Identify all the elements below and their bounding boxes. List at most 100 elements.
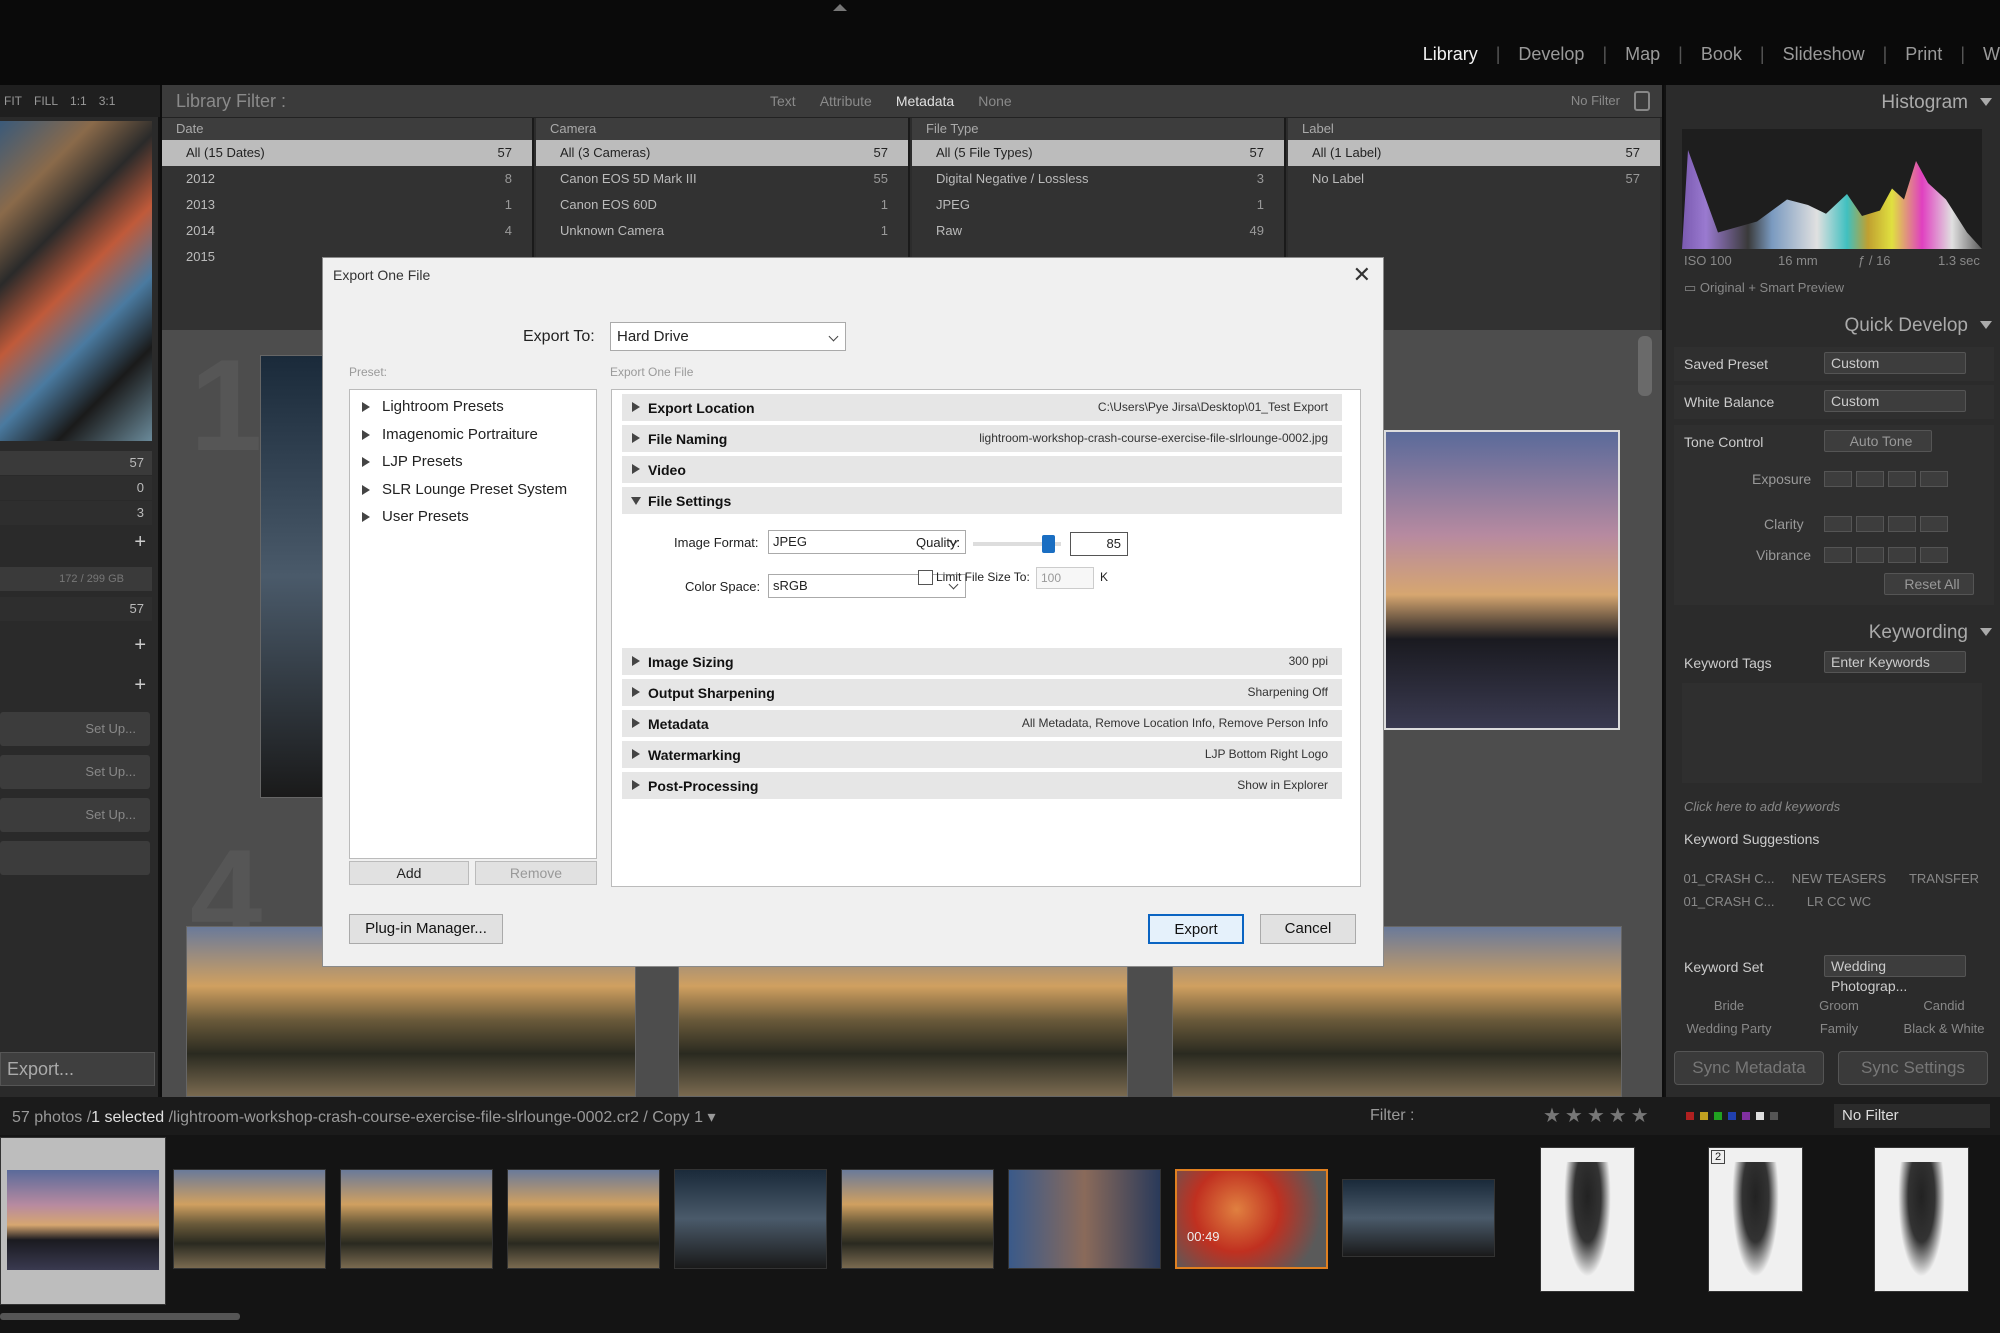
keyword-tags-select[interactable]: Enter Keywords: [1824, 651, 1966, 673]
filter-row[interactable]: JPEG 1: [912, 192, 1284, 218]
set-keyword[interactable]: Family: [1784, 1021, 1894, 1036]
filmstrip-thumbnail[interactable]: [1540, 1147, 1635, 1292]
filmstrip-thumbnail[interactable]: 2: [1708, 1147, 1803, 1292]
filter-row[interactable]: Canon EOS 5D Mark III 55: [536, 166, 908, 192]
filter-row[interactable]: No Label 57: [1288, 166, 1660, 192]
navigator-preview[interactable]: [0, 121, 152, 441]
filmstrip-thumbnail[interactable]: [507, 1169, 660, 1269]
cancel-button[interactable]: Cancel: [1260, 914, 1356, 944]
filter-tab-metadata[interactable]: Metadata: [884, 93, 966, 109]
filter-row[interactable]: Canon EOS 60D 1: [536, 192, 908, 218]
filter-row[interactable]: 2013 1: [162, 192, 532, 218]
filter-row[interactable]: 2014 4: [162, 218, 532, 244]
filter-tab-text[interactable]: Text: [758, 93, 808, 109]
grid-scrollbar[interactable]: [1638, 336, 1652, 396]
export-button[interactable]: Export...: [0, 1052, 155, 1086]
disk-usage[interactable]: 172 / 299 GB: [0, 567, 152, 591]
filmstrip-cell-selected[interactable]: [0, 1137, 166, 1305]
publish-setup-button[interactable]: Set Up...: [0, 798, 150, 832]
reset-all-button[interactable]: Reset All: [1884, 573, 1974, 595]
column-header[interactable]: File Type: [912, 118, 1284, 140]
module-print[interactable]: Print: [1887, 44, 1960, 65]
column-header[interactable]: Camera: [536, 118, 908, 140]
set-keyword[interactable]: Wedding Party: [1674, 1021, 1784, 1036]
filmstrip-thumbnail[interactable]: [1008, 1169, 1161, 1269]
filmstrip-thumbnail[interactable]: [173, 1169, 326, 1269]
filter-row[interactable]: All (15 Dates) 57: [162, 140, 532, 166]
module-develop[interactable]: Develop: [1500, 44, 1602, 65]
remove-preset-button[interactable]: Remove: [475, 861, 597, 885]
keyword-entry-area[interactable]: [1682, 683, 1982, 783]
quick-develop-header[interactable]: Quick Develop: [1666, 308, 2000, 344]
plugin-manager-button[interactable]: Plug-in Manager...: [349, 914, 503, 944]
preset-folder[interactable]: Imagenomic Portraiture: [350, 422, 596, 450]
keyword-suggestions-header[interactable]: Keyword Suggestions: [1674, 825, 1994, 855]
section-video[interactable]: Video: [622, 456, 1342, 483]
set-keyword[interactable]: Groom: [1784, 998, 1894, 1013]
section-file-settings[interactable]: File Settings: [622, 487, 1342, 514]
quality-slider[interactable]: [973, 535, 1061, 553]
suggestion-item[interactable]: 01_CRASH C...: [1674, 871, 1784, 886]
lock-icon[interactable]: [1634, 91, 1650, 111]
publish-setup-button[interactable]: Set Up...: [0, 712, 150, 746]
set-keyword[interactable]: Black & White: [1894, 1021, 1994, 1036]
module-web[interactable]: W: [1965, 44, 2000, 65]
add-preset-button[interactable]: Add: [349, 861, 469, 885]
section-watermarking[interactable]: Watermarking LJP Bottom Right Logo: [622, 741, 1342, 768]
filmstrip-thumbnail[interactable]: [1874, 1147, 1969, 1292]
filmstrip-thumbnail[interactable]: [841, 1169, 994, 1269]
section-metadata[interactable]: Metadata All Metadata, Remove Location In…: [622, 710, 1342, 737]
column-header[interactable]: Date: [162, 118, 532, 140]
auto-tone-button[interactable]: Auto Tone: [1824, 430, 1932, 452]
nav-fill[interactable]: FILL: [34, 94, 58, 108]
sync-metadata-button[interactable]: Sync Metadata: [1674, 1051, 1824, 1085]
set-keyword[interactable]: Bride: [1674, 998, 1784, 1013]
limit-file-size-checkbox[interactable]: [918, 570, 933, 585]
histogram-header[interactable]: Histogram: [1666, 85, 2000, 121]
preset-folder[interactable]: User Presets: [350, 504, 596, 532]
export-confirm-button[interactable]: Export: [1148, 914, 1244, 944]
filter-row[interactable]: All (3 Cameras) 57: [536, 140, 908, 166]
sync-settings-button[interactable]: Sync Settings: [1838, 1051, 1988, 1085]
exposure-buttons[interactable]: [1824, 471, 1948, 487]
vibrance-buttons[interactable]: [1824, 547, 1948, 563]
module-slideshow[interactable]: Slideshow: [1765, 44, 1883, 65]
filmstrip-source-info[interactable]: 57 photos /1 selected /lightroom-worksho…: [12, 1107, 715, 1127]
quality-slider-knob[interactable]: [1041, 535, 1055, 553]
filmstrip-video-thumbnail[interactable]: 00:49: [1175, 1169, 1328, 1269]
module-library[interactable]: Library: [1405, 44, 1496, 65]
section-image-sizing[interactable]: Image Sizing 300 ppi: [622, 648, 1342, 675]
folder-count[interactable]: 57: [0, 597, 152, 621]
grid-thumbnail[interactable]: [260, 355, 330, 798]
nav-1-1[interactable]: 1:1: [70, 94, 87, 108]
preset-folder[interactable]: Lightroom Presets: [350, 394, 596, 422]
limit-file-size-input[interactable]: 100: [1036, 567, 1094, 589]
set-keyword[interactable]: Candid: [1894, 998, 1994, 1013]
collapse-top-arrow-icon[interactable]: [833, 4, 847, 11]
keywording-header[interactable]: Keywording: [1666, 615, 2000, 651]
grid-thumbnail[interactable]: [1384, 430, 1620, 730]
module-book[interactable]: Book: [1683, 44, 1760, 65]
nav-fit[interactable]: FIT: [4, 94, 22, 108]
catalog-count[interactable]: 3: [0, 501, 152, 525]
filmstrip-scrollbar[interactable]: [0, 1313, 240, 1320]
add-publish-icon[interactable]: +: [134, 674, 146, 697]
suggestion-item[interactable]: LR CC WC: [1784, 894, 1894, 909]
filter-row[interactable]: All (5 File Types) 57: [912, 140, 1284, 166]
filter-row[interactable]: All (1 Label) 57: [1288, 140, 1660, 166]
suggestion-item[interactable]: NEW TEASERS: [1784, 871, 1894, 886]
quality-input[interactable]: 85: [1070, 532, 1128, 556]
clarity-buttons[interactable]: [1824, 516, 1948, 532]
catalog-count[interactable]: 0: [0, 476, 152, 500]
filmstrip-filter-select[interactable]: No Filter: [1834, 1104, 1990, 1128]
suggestion-item[interactable]: 01_CRASH C...: [1674, 894, 1784, 909]
filmstrip-thumbnail[interactable]: [674, 1169, 827, 1269]
publish-more-button[interactable]: [0, 841, 150, 875]
filmstrip-thumbnail[interactable]: [1342, 1179, 1495, 1257]
column-header[interactable]: Label: [1288, 118, 1660, 140]
preset-folder[interactable]: LJP Presets: [350, 449, 596, 477]
close-icon[interactable]: ✕: [1353, 262, 1371, 288]
nav-3-1[interactable]: 3:1: [99, 94, 116, 108]
preset-folder[interactable]: SLR Lounge Preset System: [350, 477, 596, 505]
saved-preset-select[interactable]: Custom: [1824, 352, 1966, 374]
